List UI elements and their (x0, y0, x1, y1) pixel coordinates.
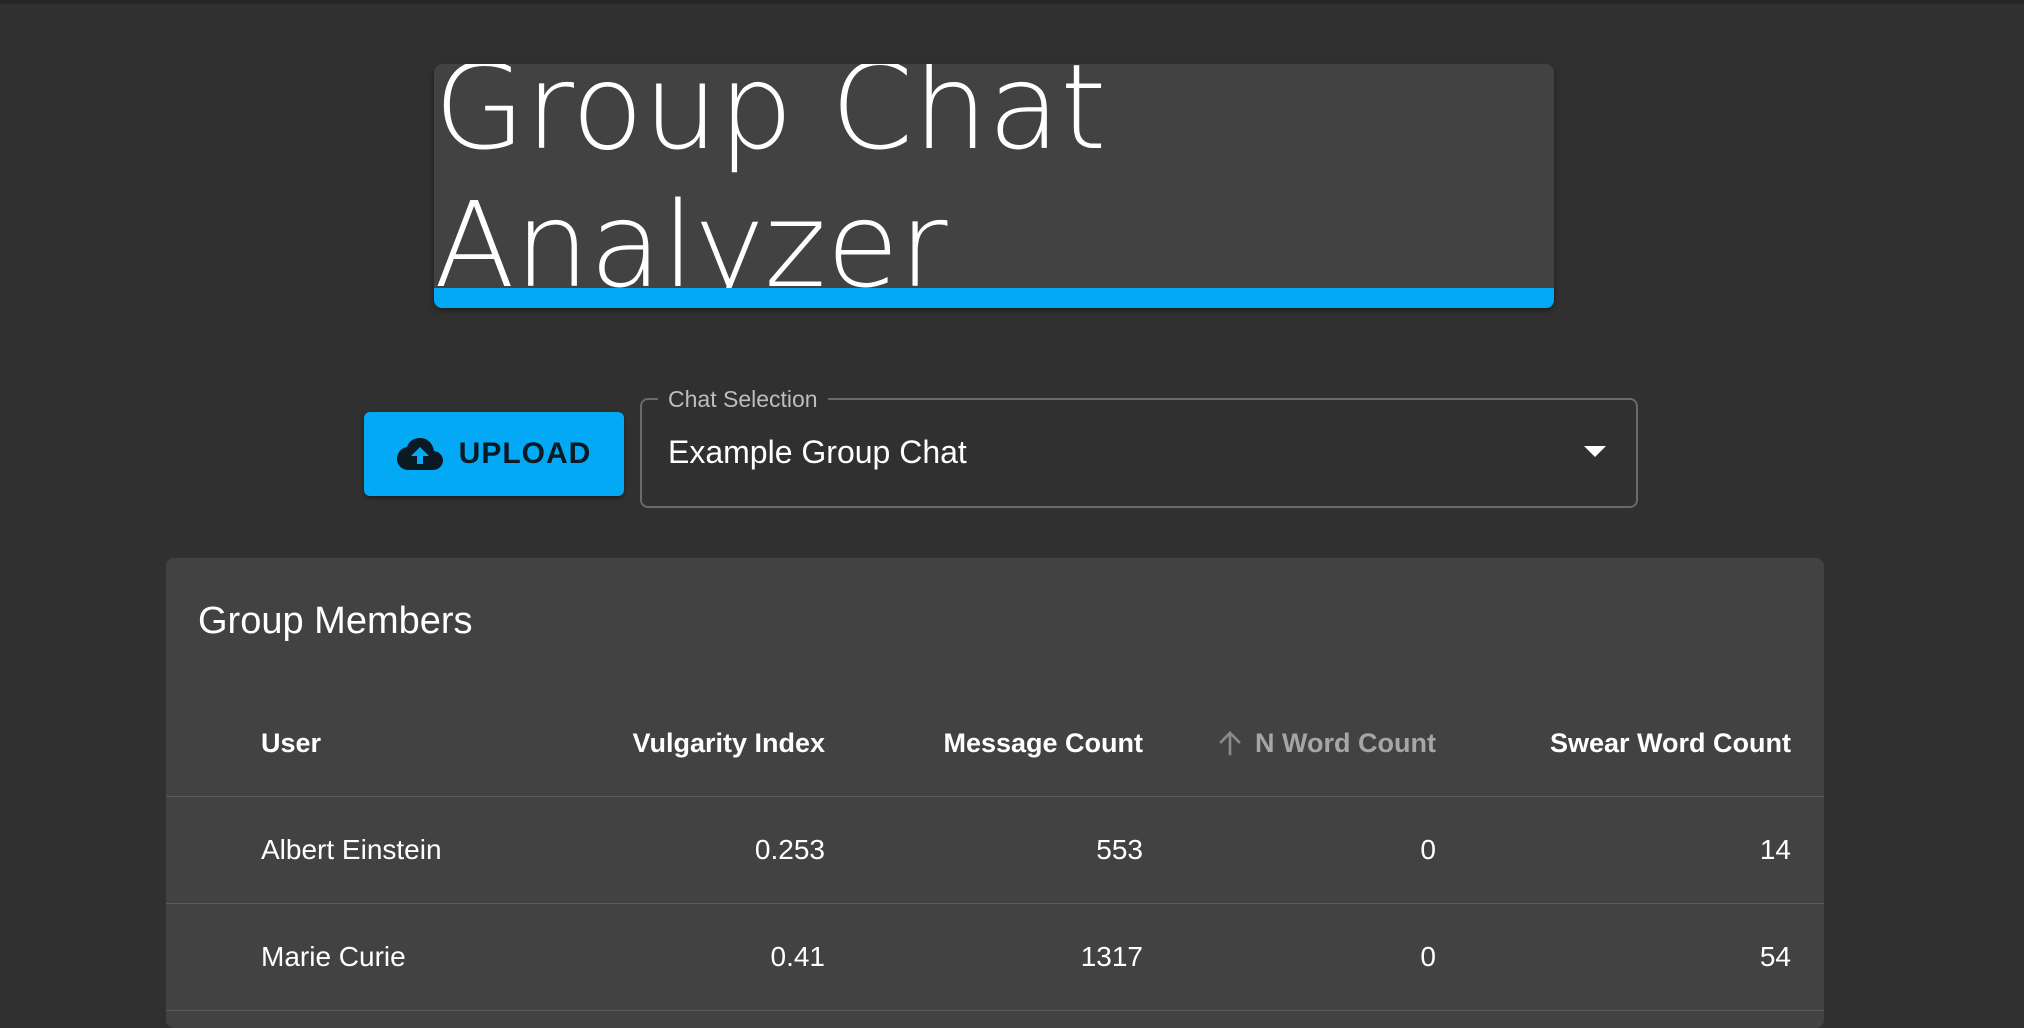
cell-n-word-count: 0 (1420, 834, 1436, 865)
table-row[interactable]: Marie Curie 0.41 1317 0 54 (166, 904, 1824, 1011)
upload-button[interactable]: UPLOAD (364, 412, 624, 496)
column-header-vulgarity-index[interactable]: Vulgarity Index (632, 690, 825, 796)
chat-selection-dropdown[interactable]: Chat Selection Example Group Chat (640, 384, 1638, 508)
column-header-n-word-count-label: N Word Count (1255, 727, 1436, 758)
cell-user: Albert Einstein (261, 834, 442, 865)
title-accent-bar (434, 288, 1554, 308)
cell-vulgarity-index: 0.41 (770, 941, 826, 972)
upload-button-label: UPLOAD (458, 437, 592, 470)
app-title: Group Chat Analyzer (434, 64, 1107, 308)
arrow-up-icon (1217, 730, 1243, 756)
table-row[interactable]: Albert Einstein 0.253 553 0 14 (166, 797, 1824, 904)
column-header-user[interactable]: User (261, 690, 321, 796)
column-header-n-word-count[interactable]: N Word Count (1217, 690, 1436, 796)
cell-message-count: 553 (1096, 834, 1143, 865)
table-header-row: User Vulgarity Index Message Count N Wor… (166, 690, 1824, 797)
chat-selection-value: Example Group Chat (668, 434, 967, 470)
cell-message-count: 1317 (1080, 941, 1143, 972)
column-header-message-count[interactable]: Message Count (943, 690, 1143, 796)
top-edge (0, 0, 2024, 4)
cell-n-word-count: 0 (1420, 941, 1436, 972)
members-table: User Vulgarity Index Message Count N Wor… (166, 690, 1824, 1011)
group-members-card: Group Members User Vulgarity Index Messa… (166, 558, 1824, 1028)
cell-swear-word-count: 54 (1759, 941, 1791, 972)
column-header-swear-word-count[interactable]: Swear Word Count (1550, 690, 1791, 796)
cell-vulgarity-index: 0.253 (754, 834, 825, 865)
chat-selection-label: Chat Selection (658, 384, 828, 414)
title-card: Group Chat Analyzer (434, 64, 1554, 308)
cell-user: Marie Curie (261, 941, 406, 972)
cloud-upload-icon (396, 437, 443, 471)
dropdown-arrow-icon[interactable] (1584, 446, 1606, 457)
cell-swear-word-count: 14 (1759, 834, 1791, 865)
group-members-title: Group Members (198, 600, 473, 642)
